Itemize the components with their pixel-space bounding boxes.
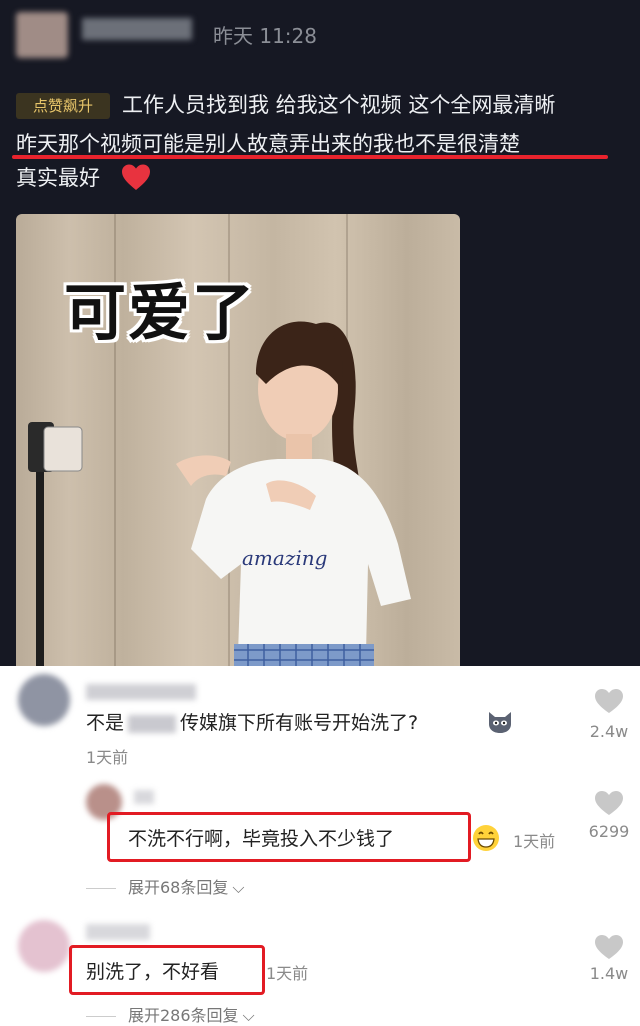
comment-list: 不是 传媒旗下所有账号开始洗了? 1天前 2.4w 不洗不行啊，毕竟投入不少钱了 … <box>0 666 640 1026</box>
chevron-down-icon: ⌵ <box>242 1006 255 1025</box>
username[interactable] <box>86 684 196 700</box>
grin-emoji-icon <box>471 824 501 856</box>
like-heart-icon[interactable] <box>594 790 624 820</box>
post-text-line-1: 工作人员找到我 给我这个视频 这个全网最清晰 <box>122 93 556 117</box>
comment-time: 1天前 <box>266 964 309 983</box>
author-name[interactable] <box>82 18 192 40</box>
red-underline <box>12 155 608 159</box>
avatar[interactable] <box>18 920 70 972</box>
expand-replies[interactable]: 展开286条回复 ⌵ <box>86 1002 255 1026</box>
username[interactable] <box>86 924 150 940</box>
username[interactable] <box>134 790 154 804</box>
post-text-line-2: 昨天那个视频可能是别人故意弄出来的我也不是很清楚 <box>16 132 520 156</box>
like-heart-icon[interactable] <box>594 688 624 718</box>
like-heart-icon[interactable] <box>594 934 624 964</box>
trending-badge: 点赞飙升 <box>16 93 110 119</box>
comment-time: 1天前 <box>86 748 129 767</box>
cat-emoji-icon <box>486 708 514 738</box>
video-frame-illustration: amazing <box>28 321 411 666</box>
shirt-text: amazing <box>242 546 327 570</box>
author-avatar[interactable] <box>16 12 68 58</box>
comment-time: 1天前 <box>513 832 556 851</box>
comment-text: 不是 传媒旗下所有账号开始洗了? <box>86 712 419 734</box>
redacted-name <box>128 714 177 733</box>
like-count: 2.4w <box>589 722 629 741</box>
like-count: 6299 <box>588 822 630 841</box>
chevron-down-icon: ⌵ <box>232 878 245 897</box>
like-count: 1.4w <box>589 964 629 983</box>
post-section: 昨天 11:28 点赞飙升 工作人员找到我 给我这个视频 这个全网最清晰 昨天那… <box>0 0 640 666</box>
red-heart-icon <box>121 163 151 195</box>
post-text-line-3: 真实最好 <box>16 166 100 190</box>
video-player[interactable]: 可爱了 amazing <box>16 214 460 666</box>
post-time: 昨天 11:28 <box>213 24 317 48</box>
avatar[interactable] <box>18 674 70 726</box>
comment-text: 别洗了，不好看 <box>86 961 220 983</box>
expand-replies[interactable]: 展开68条回复 ⌵ <box>86 874 245 898</box>
comment-text: 不洗不行啊，毕竟投入不少钱了 <box>128 828 395 850</box>
